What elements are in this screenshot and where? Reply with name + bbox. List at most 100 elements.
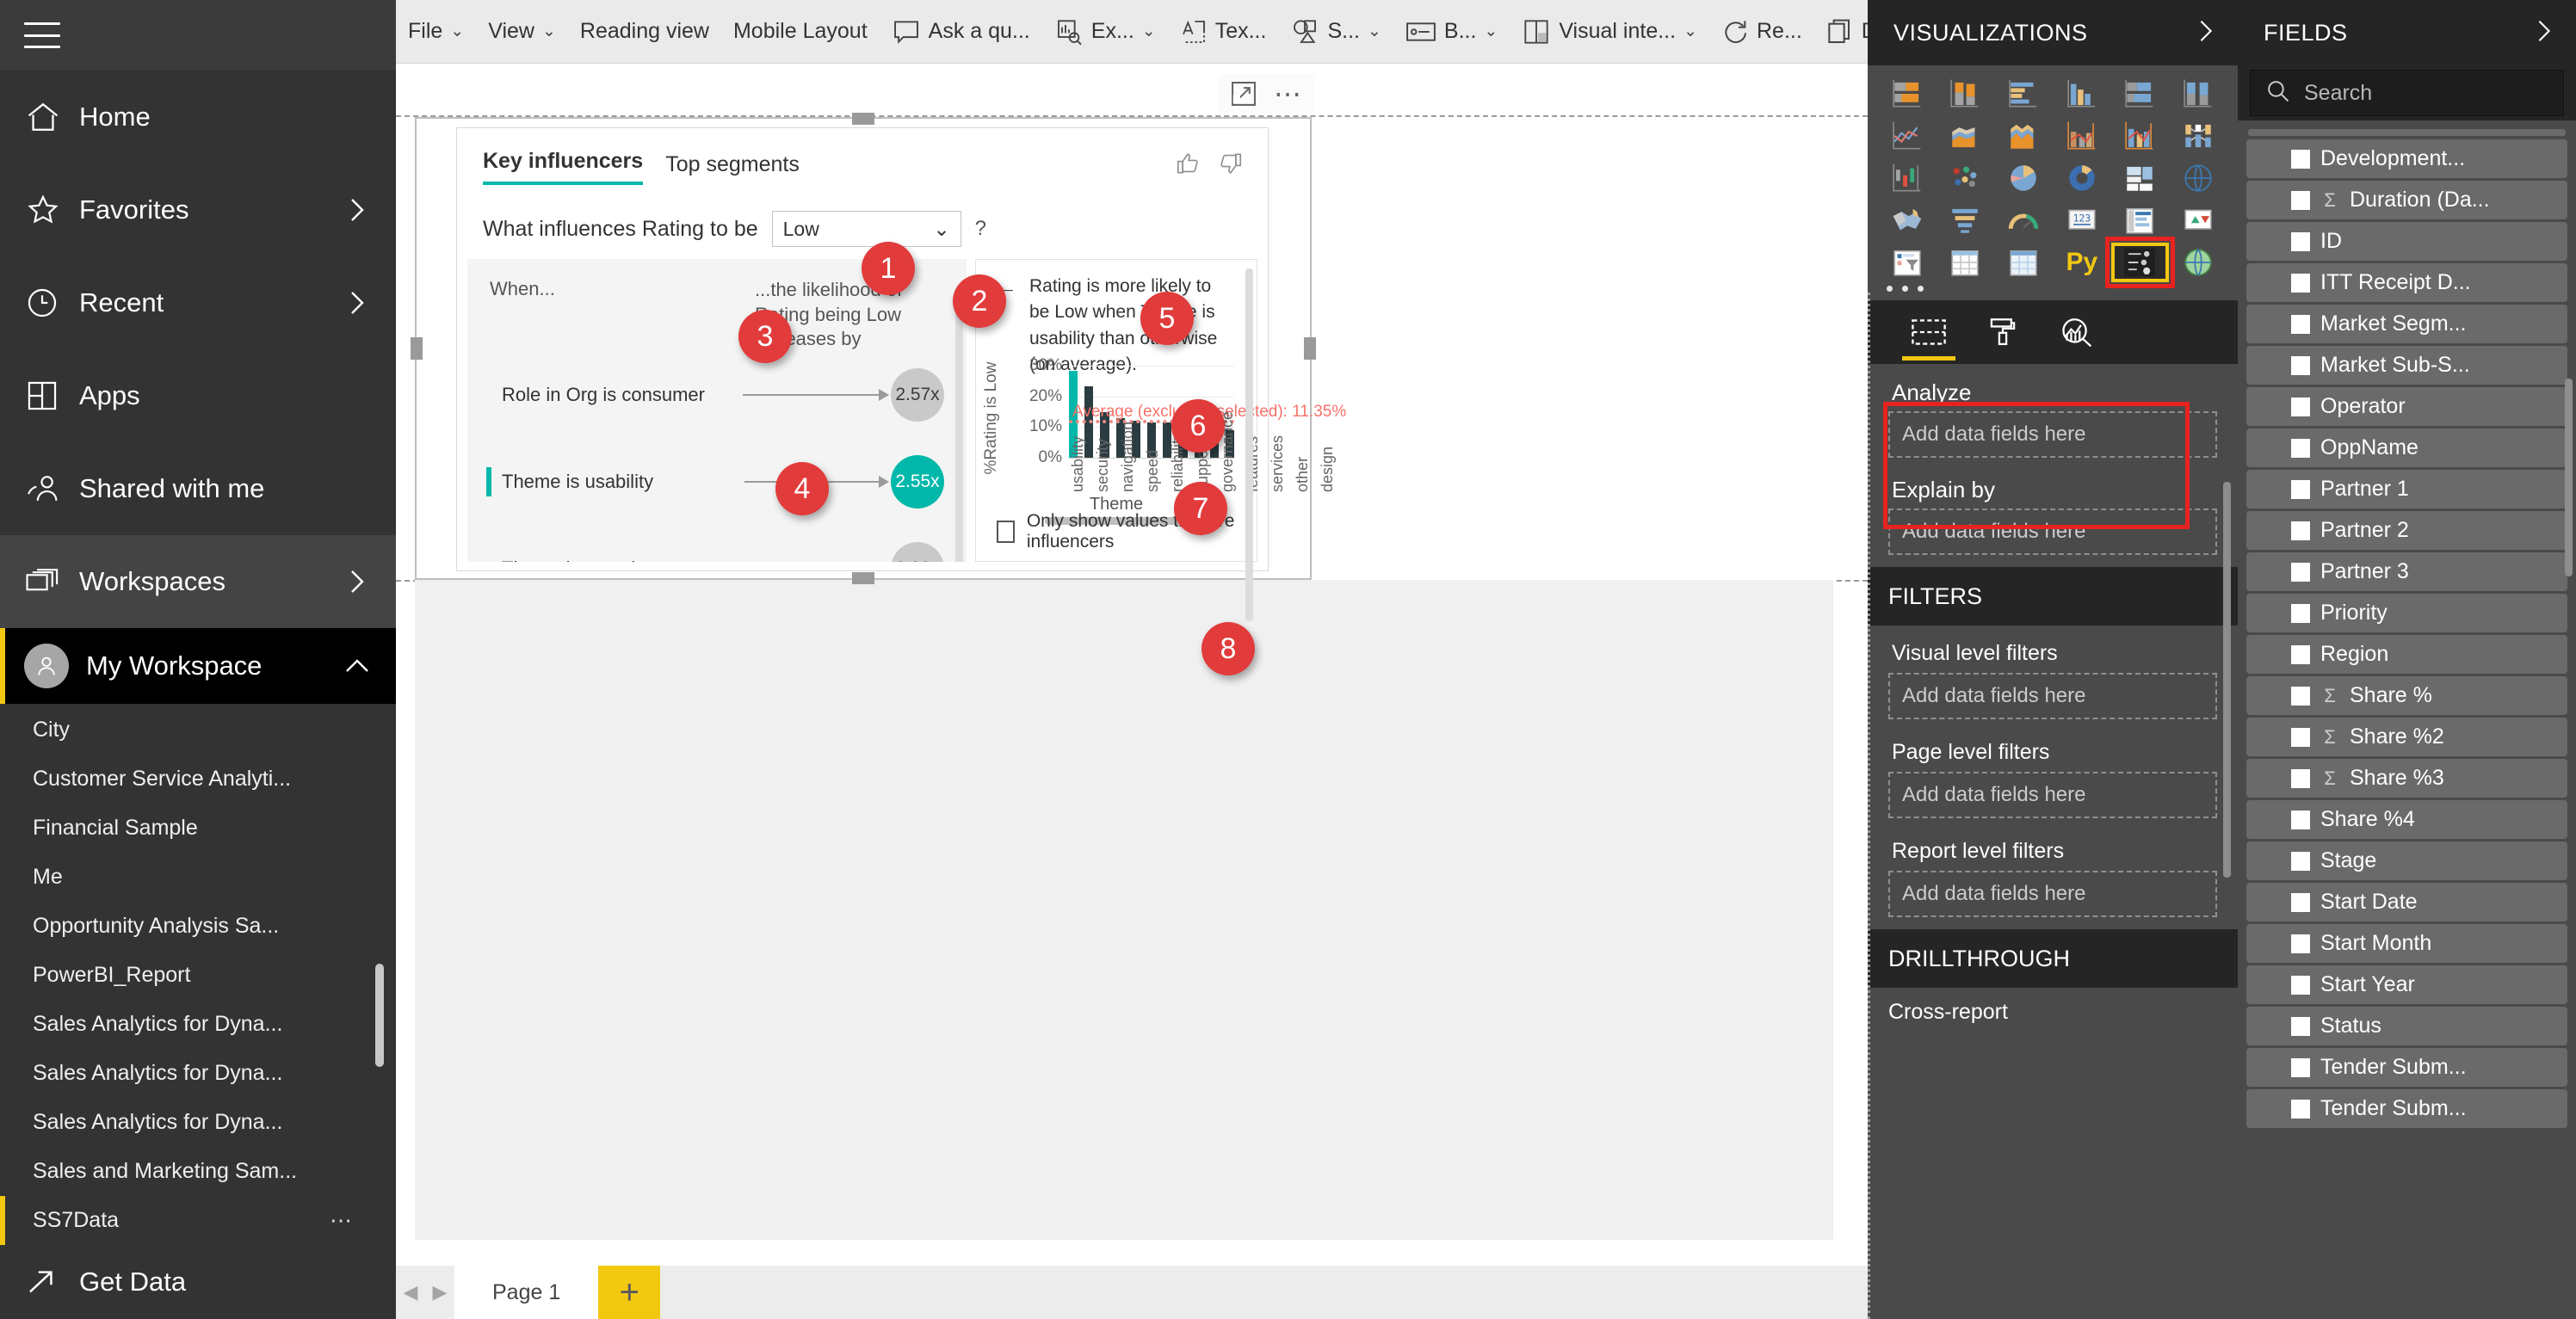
report-level-filters-dropzone[interactable]: Add data fields here <box>1888 871 2217 917</box>
field-row[interactable]: Start Month <box>2246 924 2567 963</box>
py-visual-icon[interactable]: Py <box>2056 246 2108 279</box>
ribbon-reading-view[interactable]: Reading view <box>568 0 721 64</box>
field-row[interactable]: Operator <box>2246 387 2567 426</box>
left-nav-scrollbar[interactable] <box>375 964 384 1067</box>
donut-chart-icon[interactable] <box>2056 162 2108 194</box>
thumbs-up-icon[interactable] <box>1175 152 1201 179</box>
line-and-clustered-column-chart-icon[interactable] <box>2115 120 2166 152</box>
field-row[interactable]: Partner 1 <box>2246 470 2567 508</box>
field-checkbox[interactable] <box>2291 603 2310 623</box>
format-paint-roller-icon[interactable] <box>1966 300 2040 364</box>
sidebar-item-my-workspace[interactable]: My Workspace <box>0 628 396 705</box>
kpi-icon[interactable] <box>2172 204 2224 237</box>
field-checkbox[interactable] <box>2291 273 2310 293</box>
stacked-column-chart-icon[interactable] <box>1940 77 1992 110</box>
field-checkbox[interactable] <box>2291 231 2310 251</box>
field-row[interactable]: Priority <box>2246 594 2567 632</box>
matrix-icon[interactable] <box>1998 246 2049 279</box>
analytics-magnifier-icon[interactable] <box>2040 300 2114 364</box>
resize-handle-left[interactable] <box>411 337 423 360</box>
field-row[interactable]: ID <box>2246 222 2567 261</box>
page-tab-page-1[interactable]: Page 1 <box>454 1266 599 1319</box>
field-checkbox[interactable] <box>2291 851 2310 871</box>
funnel-chart-icon[interactable] <box>1940 204 1992 237</box>
ribbon-shapes[interactable]: S... ⌄ <box>1278 0 1393 64</box>
chevron-right-icon[interactable]: ▶ <box>425 1266 454 1319</box>
influencer-row[interactable]: Theme is usability 2.55x <box>467 439 967 526</box>
chevron-right-icon[interactable] <box>343 290 372 316</box>
more-visuals-icon[interactable] <box>1868 284 2238 300</box>
ribbon-visual-interactions[interactable]: Visual inte... ⌄ <box>1510 0 1709 64</box>
chevron-up-icon[interactable] <box>343 656 372 675</box>
field-row[interactable]: Σ Share %3 <box>2246 759 2567 798</box>
field-checkbox[interactable] <box>2291 521 2310 540</box>
field-checkbox[interactable] <box>2291 479 2310 499</box>
field-row[interactable]: Development... <box>2246 139 2567 178</box>
waterfall-chart-icon[interactable] <box>1881 162 1933 194</box>
field-checkbox[interactable] <box>2291 149 2310 169</box>
list-item[interactable]: PowerBI_Report <box>0 951 396 1000</box>
field-checkbox[interactable] <box>2291 934 2310 953</box>
ribbon-reset[interactable]: Re... <box>1709 0 1814 64</box>
100-stacked-column-chart-icon[interactable] <box>2172 77 2224 110</box>
chevron-right-icon[interactable] <box>343 197 372 223</box>
treemap-icon[interactable] <box>2115 162 2166 194</box>
list-item[interactable]: SS7Data ⋯ <box>0 1196 396 1246</box>
analyze-value-dropdown[interactable]: Low ⌄ <box>771 211 961 247</box>
ribbon-buttons[interactable]: B... ⌄ <box>1393 0 1510 64</box>
card-icon[interactable]: 123 <box>2056 204 2108 237</box>
map-icon[interactable] <box>2172 162 2224 194</box>
line-and-stacked-column-chart-icon[interactable] <box>2056 120 2108 152</box>
field-checkbox[interactable] <box>2291 810 2310 829</box>
stacked-bar-chart-icon[interactable] <box>1881 77 1933 110</box>
detail-panel-scrollbar[interactable] <box>1245 268 1253 621</box>
field-row[interactable]: Market Segm... <box>2246 305 2567 343</box>
chevron-right-icon[interactable] <box>2196 19 2215 47</box>
multi-row-card-icon[interactable] <box>2115 204 2166 237</box>
field-row[interactable]: Partner 3 <box>2246 552 2567 591</box>
field-row[interactable]: Region <box>2246 635 2567 674</box>
add-page-button[interactable]: + <box>598 1266 661 1319</box>
tab-top-segments[interactable]: Top segments <box>665 152 800 185</box>
list-item[interactable]: City <box>0 706 396 755</box>
field-row[interactable]: OppName <box>2246 428 2567 467</box>
field-row[interactable]: Stage <box>2246 841 2567 880</box>
field-checkbox[interactable] <box>2291 1099 2310 1119</box>
field-checkbox[interactable] <box>2291 1057 2310 1077</box>
table-icon[interactable] <box>1940 246 1992 279</box>
fields-pane-scrollbar[interactable] <box>2565 379 2573 576</box>
page-level-filters-dropzone[interactable]: Add data fields here <box>1888 772 2217 818</box>
list-item[interactable]: Customer Service Analyti... <box>0 755 396 804</box>
help-icon[interactable]: ? <box>975 217 986 241</box>
sidebar-item-apps[interactable]: Apps <box>0 349 396 442</box>
ribbon-mobile-layout[interactable]: Mobile Layout <box>721 0 880 64</box>
ribbon-ask-a-question[interactable]: Ask a qu... <box>880 0 1042 64</box>
list-item[interactable]: Sales Analytics for Dyna... <box>0 1098 396 1147</box>
influencer-row[interactable]: Theme is security 2.09x <box>467 526 967 562</box>
line-chart-icon[interactable] <box>1881 120 1933 152</box>
fields-tab-icon[interactable] <box>1892 300 1966 364</box>
scatter-chart-icon[interactable] <box>1940 162 1992 194</box>
analyze-dropzone[interactable]: Add data fields here <box>1888 411 2217 458</box>
chevron-left-icon[interactable]: ◀ <box>396 1266 425 1319</box>
sidebar-item-shared-with-me[interactable]: Shared with me <box>0 442 396 535</box>
get-data-button[interactable]: Get Data <box>0 1245 396 1319</box>
search-input[interactable]: Search <box>2250 70 2564 116</box>
more-options-icon[interactable]: ⋯ <box>330 1207 355 1234</box>
field-row[interactable]: ITT Receipt D... <box>2246 263 2567 302</box>
list-item[interactable]: Sales Analytics for Dyna... <box>0 1049 396 1098</box>
field-row[interactable]: Status <box>2246 1007 2567 1045</box>
field-row[interactable]: Σ Duration (Da... <box>2246 181 2567 219</box>
field-checkbox[interactable] <box>2291 314 2310 334</box>
visualizations-pane-scrollbar[interactable] <box>2223 482 2231 878</box>
ribbon-file[interactable]: File ⌄ <box>396 0 476 64</box>
ribbon-view[interactable]: View ⌄ <box>476 0 568 64</box>
ribbon-text-box[interactable]: Tex... <box>1168 0 1279 64</box>
field-row[interactable]: Σ Share %2 <box>2246 718 2567 756</box>
field-checkbox[interactable] <box>2291 397 2310 416</box>
focus-mode-icon[interactable] <box>1231 81 1257 107</box>
pie-chart-icon[interactable] <box>1998 162 2049 194</box>
filled-map-icon[interactable] <box>1881 204 1933 237</box>
field-checkbox[interactable] <box>2291 190 2310 210</box>
field-checkbox[interactable] <box>2291 562 2310 582</box>
